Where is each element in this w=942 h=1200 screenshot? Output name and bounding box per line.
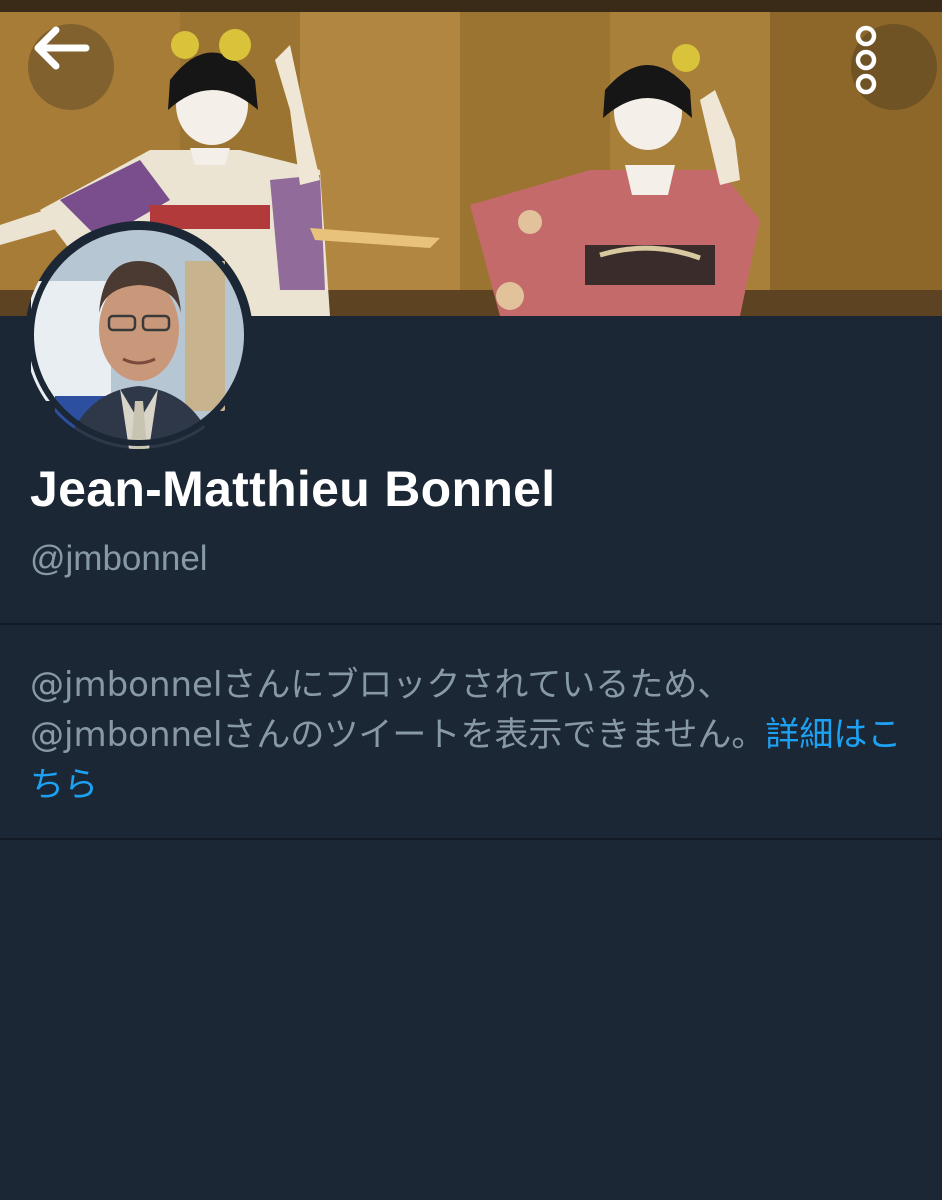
divider — [0, 623, 942, 625]
blocked-notice: @jmbonnelさんにブロックされているため、 @jmbonnelさんのツイー… — [30, 660, 914, 810]
avatar[interactable] — [25, 221, 253, 449]
avatar-image — [28, 224, 250, 449]
divider — [0, 838, 942, 840]
more-options-button[interactable] — [851, 24, 937, 110]
profile-handle: @jmbonnel — [30, 539, 208, 578]
blocked-notice-line2: @jmbonnelさんのツイートを表示できません。 — [30, 715, 766, 755]
vertical-dots-icon — [855, 25, 877, 95]
arrow-left-icon — [34, 26, 90, 70]
back-button[interactable] — [28, 24, 114, 110]
blocked-notice-line1: @jmbonnelさんにブロックされているため、 — [30, 665, 732, 705]
profile-name: Jean-Matthieu Bonnel — [30, 461, 556, 517]
